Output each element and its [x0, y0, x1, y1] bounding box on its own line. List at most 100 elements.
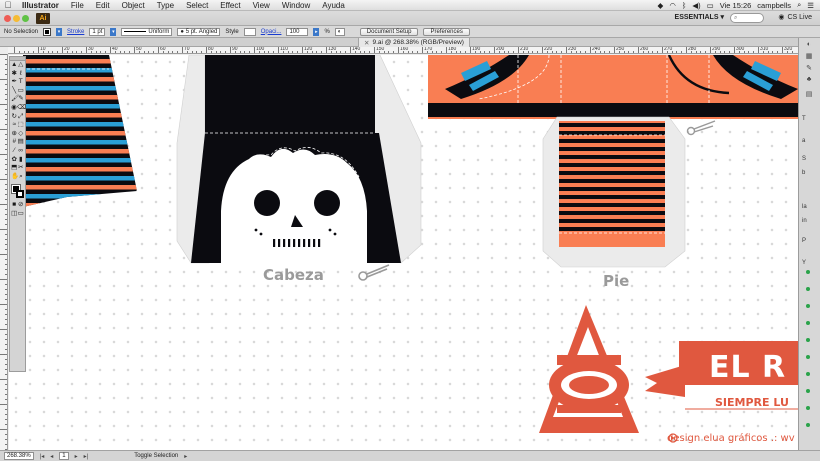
layer-visibility-dot[interactable] — [806, 372, 810, 376]
blend-tool[interactable]: ∞ — [18, 147, 25, 155]
stroke-swatch[interactable] — [16, 190, 24, 199]
status-menu-chevron-icon[interactable]: ▸ — [184, 453, 187, 460]
ruler-tick — [316, 51, 318, 53]
slice-tool[interactable]: ✂ — [18, 165, 25, 172]
menu-user[interactable]: campbells — [757, 1, 791, 10]
ruler-tick — [5, 399, 7, 400]
layer-visibility-dot[interactable] — [806, 406, 810, 410]
volume-icon[interactable]: ◀) — [692, 1, 700, 10]
ruler-tick — [5, 269, 7, 270]
bluetooth-icon[interactable]: ᛒ — [682, 1, 687, 10]
ruler-label: 220 — [544, 47, 553, 52]
menu-help[interactable]: Ayuda — [316, 1, 351, 10]
symbols-panel-icon[interactable]: ♣ — [804, 76, 814, 85]
last-artboard-button[interactable]: ▸| — [84, 453, 89, 460]
menu-app-name[interactable]: Illustrator — [16, 1, 65, 10]
next-artboard-button[interactable]: ▸ — [75, 453, 78, 460]
opacity-panel-link[interactable]: Opaci... — [261, 29, 282, 35]
ruler-tick — [297, 51, 299, 53]
screen-mode-icon[interactable]: ▭ — [18, 210, 25, 218]
stroke-weight-chevron-icon[interactable]: ▾ — [110, 27, 117, 36]
stroke-panel-link[interactable]: Stroke — [67, 29, 84, 35]
hand-tool[interactable]: ✋ — [11, 173, 19, 181]
vertical-ruler[interactable] — [0, 54, 8, 450]
paintbrush-tool[interactable]: 🖌 — [11, 96, 19, 103]
free-transform-tool[interactable]: ⬚ — [18, 122, 25, 129]
recolor-artwork-icon[interactable]: ◐ — [334, 27, 345, 36]
first-artboard-button[interactable]: |◂ — [40, 453, 45, 460]
column-graph-tool[interactable]: ▮ — [18, 156, 25, 164]
gradient-tool[interactable]: ▤ — [18, 139, 25, 146]
artboard-number-field[interactable]: 1 — [59, 452, 69, 460]
pencil-tool[interactable]: ✎ — [18, 96, 24, 103]
menu-file[interactable]: File — [65, 1, 90, 10]
apple-menu-icon[interactable]:  — [0, 0, 16, 10]
none-mode-icon[interactable]: ⊘ — [18, 202, 25, 209]
artboard-canvas[interactable]: Cabeza Pie EL R SIEMPRE LU design elua g… — [9, 55, 798, 450]
eraser-tool[interactable]: ⌫ — [17, 104, 26, 112]
preferences-button[interactable]: Preferences — [423, 27, 470, 36]
menu-clock[interactable]: Vie 15:26 — [720, 1, 752, 10]
fill-color-swatch[interactable] — [43, 27, 52, 36]
opacity-field[interactable]: 100 — [286, 27, 309, 36]
ruler-tick — [5, 389, 7, 390]
ruler-label: 140 — [352, 47, 361, 52]
type-tool[interactable]: T — [18, 79, 25, 86]
layer-visibility-dot[interactable] — [806, 423, 810, 427]
layer-visibility-dot[interactable] — [806, 355, 810, 359]
scale-tool[interactable]: ⤢ — [18, 113, 25, 121]
layer-visibility-dot[interactable] — [806, 287, 810, 291]
layers-panel-icon[interactable]: ▤ — [804, 90, 814, 99]
battery-icon[interactable]: ▭ — [707, 1, 714, 10]
ruler-tick — [441, 51, 443, 53]
document-tab[interactable]: ✕ 9.ai @ 268.38% (RGB/Preview) — [358, 38, 470, 47]
ruler-tick — [5, 184, 7, 185]
swatches-panel-icon[interactable]: ▦ — [804, 52, 814, 61]
color-panel-icon[interactable]: ◐ — [804, 41, 814, 50]
spotlight-icon[interactable]: ⌕ — [797, 0, 801, 10]
layer-visibility-dot[interactable] — [806, 389, 810, 393]
panel-text-1: a — [802, 138, 806, 144]
lasso-tool[interactable]: ℓ — [18, 70, 25, 78]
stroke-weight-field[interactable]: 1 pt — [89, 27, 106, 36]
menu-select[interactable]: Select — [180, 1, 214, 10]
window-zoom-button[interactable] — [22, 15, 29, 22]
graphic-style-swatch[interactable] — [243, 27, 256, 36]
close-tab-icon[interactable]: ✕ — [364, 39, 369, 47]
window-close-button[interactable] — [4, 15, 11, 22]
artwork — [23, 55, 798, 443]
cs-live-menu[interactable]: ◉ CS Live — [778, 13, 812, 22]
rectangle-tool[interactable]: ▭ — [18, 87, 25, 95]
ruler-tick — [0, 354, 7, 355]
menu-edit[interactable]: Edit — [90, 1, 116, 10]
menu-window[interactable]: Window — [276, 1, 316, 10]
menu-effect[interactable]: Effect — [214, 1, 246, 10]
layer-visibility-dot[interactable] — [806, 270, 810, 274]
perspective-tool[interactable]: ◇ — [18, 130, 25, 138]
menu-type[interactable]: Type — [151, 1, 180, 10]
variable-width-profile[interactable]: Uniform — [121, 27, 173, 36]
layer-visibility-dot[interactable] — [806, 338, 810, 342]
notification-center-icon[interactable]: ☰ — [807, 1, 814, 10]
window-minimize-button[interactable] — [13, 15, 20, 22]
menu-object[interactable]: Object — [116, 1, 151, 10]
direct-selection-tool[interactable]: △ — [18, 62, 25, 69]
brush-definition[interactable]: ● 5 pt. Angled — [177, 27, 221, 36]
document-setup-button[interactable]: Document Setup — [359, 27, 419, 36]
help-search-field[interactable]: ⌕ — [730, 13, 764, 23]
brushes-panel-icon[interactable]: ✎ — [804, 64, 814, 73]
wifi-icon[interactable]: ◠ — [669, 1, 676, 10]
workspace-switcher[interactable]: ESSENTIALS ▾ — [675, 13, 724, 22]
dropbox-icon[interactable]: ◆ — [658, 1, 664, 10]
opacity-chevron-icon[interactable]: ▸ — [313, 27, 320, 36]
zoom-tool[interactable]: ⌕ — [18, 173, 24, 181]
previous-artboard-button[interactable]: ◂ — [50, 453, 53, 460]
fill-stroke-widget[interactable] — [10, 183, 25, 201]
menu-view[interactable]: View — [247, 1, 276, 10]
horizontal-ruler[interactable]: 10 20 30 40 50 60 70 80 90 100 110 120 130 140 150 160 1… — [8, 47, 798, 54]
menu-bar:  Illustrator File Edit Object Type Sele… — [0, 0, 820, 11]
fill-dropdown-chevron-icon[interactable]: ▾ — [56, 27, 63, 36]
zoom-level-field[interactable]: 268.38% — [4, 452, 34, 460]
layer-visibility-dot[interactable] — [806, 304, 810, 308]
layer-visibility-dot[interactable] — [806, 321, 810, 325]
